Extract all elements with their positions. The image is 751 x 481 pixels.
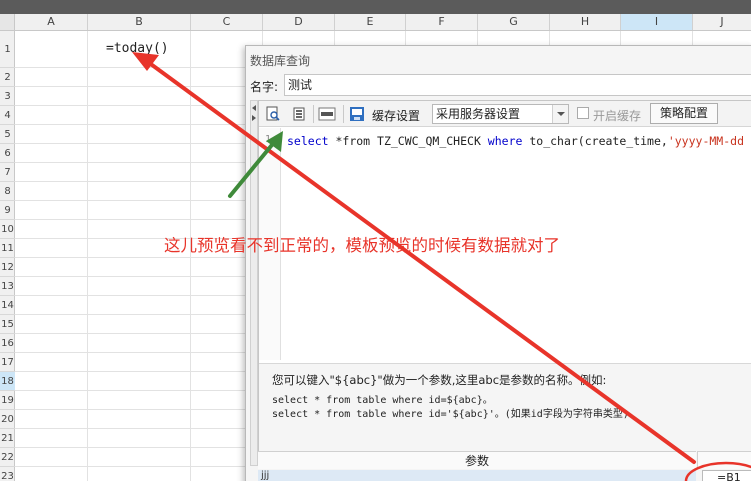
query-toolbar: 缓存设置 采用服务器设置 开启缓存 策略配置 — [259, 101, 751, 127]
cache-settings-label: 缓存设置 — [372, 109, 421, 123]
sql-string: 'yyyy-MM-dd — [667, 134, 744, 148]
column-header-e[interactable]: E — [335, 14, 406, 30]
row-header[interactable]: 3 — [0, 87, 15, 106]
row-header[interactable]: 14 — [0, 296, 15, 315]
row-header[interactable]: 16 — [0, 334, 15, 353]
row-header[interactable]: 15 — [0, 315, 15, 334]
name-label: 名字: — [250, 80, 279, 94]
window-top-strip — [0, 0, 751, 14]
row-header[interactable]: 13 — [0, 277, 15, 296]
side-collapse-handle[interactable] — [250, 100, 258, 466]
sql-keyword: where — [480, 134, 530, 148]
chevron-down-icon[interactable] — [552, 105, 568, 123]
hint-example: select * from table where id=${abc}。 — [272, 395, 493, 406]
grid-line — [190, 31, 191, 481]
row-header[interactable]: 1 — [0, 31, 15, 68]
column-header-b[interactable]: B — [88, 14, 191, 30]
row-header[interactable]: 5 — [0, 125, 15, 144]
column-header-f[interactable]: F — [406, 14, 478, 30]
row-header[interactable]: 22 — [0, 448, 15, 467]
hint-example: select * from table where id='${abc}'。(如… — [272, 409, 629, 420]
sql-table-name: TZ_CWC_QM_CHECK — [377, 134, 481, 148]
collapse-left-icon[interactable] — [252, 105, 256, 111]
row-header[interactable]: 11 — [0, 239, 15, 258]
sql-code-line[interactable]: select *from TZ_CWC_QM_CHECK where to_ch… — [287, 134, 744, 148]
param-value-input[interactable]: =B1 — [702, 470, 751, 481]
column-header-h[interactable]: H — [550, 14, 621, 30]
query-editor-panel: 缓存设置 采用服务器设置 开启缓存 策略配置 1 select *from TZ… — [258, 100, 751, 467]
row-header[interactable]: 17 — [0, 353, 15, 372]
dialog-title: 数据库查询 — [250, 54, 311, 68]
param-row-name[interactable]: jjj — [258, 470, 696, 481]
enable-cache-label: 开启缓存 — [593, 109, 642, 123]
column-header-g[interactable]: G — [478, 14, 550, 30]
params-header: 参数 — [258, 451, 696, 469]
cache-settings-icon[interactable] — [347, 104, 367, 124]
sql-function: to_char(create_time, — [529, 134, 668, 148]
cell-b1-formula[interactable]: =today() — [106, 41, 169, 56]
grid-line — [87, 31, 88, 481]
row-header-selected[interactable]: 18 — [0, 372, 15, 391]
database-icon[interactable] — [289, 104, 309, 124]
row-header[interactable]: 19 — [0, 391, 15, 410]
column-header-bar: A B C D E F G H I J — [0, 14, 751, 31]
sql-icon[interactable] — [317, 104, 337, 124]
sql-keyword: select — [287, 134, 329, 148]
column-header-d[interactable]: D — [263, 14, 335, 30]
cache-mode-value: 采用服务器设置 — [436, 107, 521, 121]
row-header[interactable]: 21 — [0, 429, 15, 448]
expand-right-icon[interactable] — [252, 115, 256, 121]
hint-line: 您可以键入"${abc}"做为一个参数,这里abc是参数的名称。例如: — [272, 373, 607, 387]
sql-text: *from — [328, 134, 378, 148]
row-header[interactable]: 23 — [0, 467, 15, 481]
row-header[interactable]: 6 — [0, 144, 15, 163]
row-header[interactable]: 8 — [0, 182, 15, 201]
params-header-value — [697, 451, 751, 469]
row-header[interactable]: 9 — [0, 201, 15, 220]
row-header-bar: 1 2 3 4 5 6 7 8 9 10 11 12 13 14 15 16 1… — [0, 31, 15, 481]
name-input[interactable]: 测试 — [284, 74, 751, 96]
cache-mode-select[interactable]: 采用服务器设置 — [432, 104, 569, 124]
strategy-config-button[interactable]: 策略配置 — [650, 103, 718, 124]
database-query-dialog: 数据库查询 名字: 测试 缓存设置 采用服务器设置 开启缓存 策略配置 1 se… — [245, 45, 751, 481]
annotation-text: 这儿预览看不到正常的，模板预览的时候有数据就对了 — [164, 236, 560, 255]
toolbar-separator — [343, 105, 344, 123]
row-header[interactable]: 12 — [0, 258, 15, 277]
column-header-a[interactable]: A — [15, 14, 88, 30]
row-header[interactable]: 4 — [0, 106, 15, 125]
enable-cache-checkbox[interactable] — [577, 107, 589, 119]
preview-icon[interactable] — [263, 104, 283, 124]
select-all-corner[interactable] — [0, 14, 15, 31]
row-header[interactable]: 10 — [0, 220, 15, 239]
column-header-i[interactable]: I — [621, 14, 693, 30]
row-header[interactable]: 7 — [0, 163, 15, 182]
line-number: 1 — [265, 134, 272, 145]
column-header-c[interactable]: C — [191, 14, 263, 30]
row-header[interactable]: 2 — [0, 68, 15, 87]
column-header-j[interactable]: J — [693, 14, 751, 30]
toolbar-separator — [313, 105, 314, 123]
row-header[interactable]: 20 — [0, 410, 15, 429]
